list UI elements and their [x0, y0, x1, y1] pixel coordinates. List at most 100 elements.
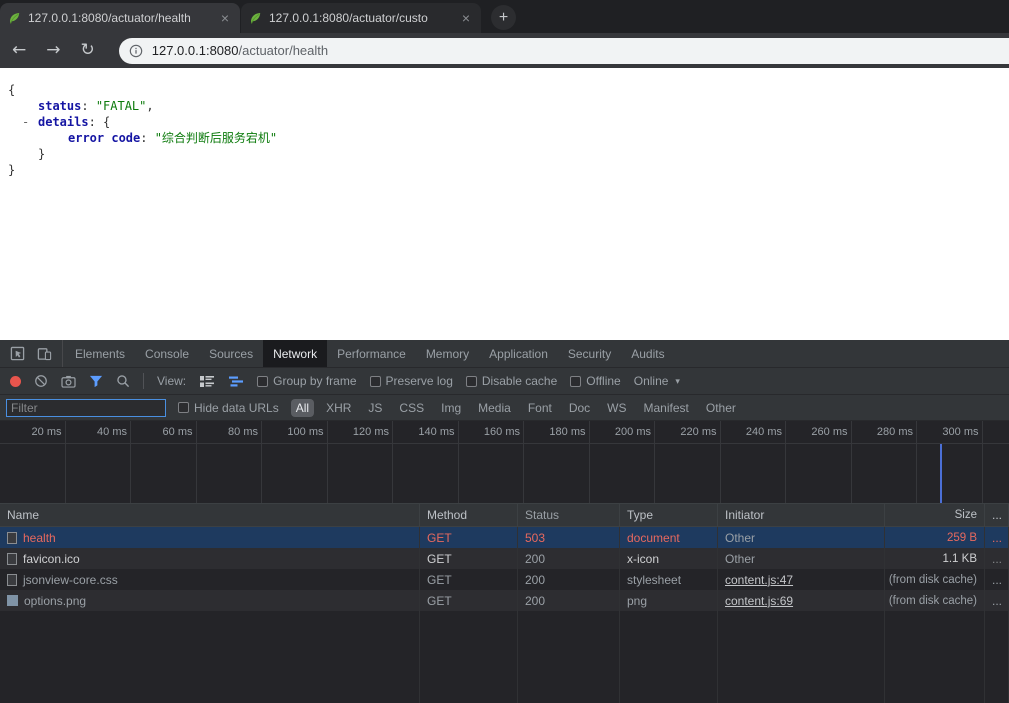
network-throttling-select[interactable]: Online ▾: [634, 374, 680, 388]
checkbox-icon[interactable]: [570, 376, 581, 387]
reload-button[interactable]: ↻: [81, 42, 95, 59]
devtools-tab-sources[interactable]: Sources: [199, 340, 263, 367]
cell-waterfall: ...: [985, 527, 1009, 548]
initiator-link[interactable]: content.js:47: [725, 573, 793, 587]
address-bar[interactable]: 127.0.0.1:8080/actuator/health: [119, 38, 1009, 64]
initiator-link[interactable]: content.js:69: [725, 594, 793, 608]
timeline-segment: 240 ms: [721, 421, 787, 503]
network-overview-timeline[interactable]: 20 ms40 ms60 ms80 ms100 ms120 ms140 ms16…: [0, 421, 1009, 504]
column-header-initiator[interactable]: Initiator: [718, 504, 885, 526]
forward-button[interactable]: →: [46, 42, 60, 59]
disable-cache-checkbox[interactable]: Disable cache: [466, 374, 557, 388]
url-text: 127.0.0.1:8080/actuator/health: [152, 43, 328, 58]
cell-name: health: [0, 527, 420, 548]
filter-chip-img[interactable]: Img: [436, 399, 466, 417]
info-icon[interactable]: [129, 44, 143, 58]
devtools-tabbar-tabs: ElementsConsoleSourcesNetworkPerformance…: [65, 340, 675, 367]
filter-chip-ws[interactable]: WS: [602, 399, 631, 417]
timeline-label: 280 ms: [877, 426, 913, 438]
timeline-label: 60 ms: [163, 426, 193, 438]
checkbox-icon[interactable]: [370, 376, 381, 387]
offline-checkbox[interactable]: Offline: [570, 374, 620, 388]
preserve-log-label: Preserve log: [386, 374, 453, 388]
column-header-waterfall[interactable]: ...: [985, 504, 1009, 526]
column-header-size[interactable]: Size: [885, 504, 985, 526]
filter-chip-all[interactable]: All: [291, 399, 314, 417]
cell-type: document: [620, 527, 718, 548]
browser-tab-custom[interactable]: 127.0.0.1:8080/actuator/custo ×: [241, 3, 481, 33]
column-header-status[interactable]: Status: [518, 504, 620, 526]
record-button[interactable]: [10, 376, 21, 387]
filter-chip-manifest[interactable]: Manifest: [639, 399, 694, 417]
filter-chip-js[interactable]: JS: [363, 399, 387, 417]
column-header-method[interactable]: Method: [420, 504, 518, 526]
devtools-tab-security[interactable]: Security: [558, 340, 621, 367]
filter-chip-css[interactable]: CSS: [394, 399, 429, 417]
browser-tab-health[interactable]: 127.0.0.1:8080/actuator/health ×: [0, 3, 240, 33]
filler-cell: [885, 611, 985, 703]
disable-cache-label: Disable cache: [482, 374, 557, 388]
devtools-tab-audits[interactable]: Audits: [621, 340, 674, 367]
timeline-segment: 120 ms: [328, 421, 394, 503]
filter-chip-media[interactable]: Media: [473, 399, 516, 417]
throttling-value: Online: [634, 374, 669, 388]
devtools-tabbar: ElementsConsoleSourcesNetworkPerformance…: [0, 340, 1009, 368]
network-table-body: healthGET503documentOther259 B...favicon…: [0, 527, 1009, 611]
filter-input[interactable]: [6, 399, 166, 417]
filler-cell: [718, 611, 885, 703]
filter-chip-xhr[interactable]: XHR: [321, 399, 356, 417]
screenshot-camera-icon[interactable]: [61, 375, 76, 388]
filter-chip-doc[interactable]: Doc: [564, 399, 595, 417]
timeline-segment: 60 ms: [131, 421, 197, 503]
table-row[interactable]: jsonview-core.cssGET200stylesheetcontent…: [0, 569, 1009, 590]
table-row[interactable]: favicon.icoGET200x-iconOther1.1 KB...: [0, 548, 1009, 569]
cell-size: (from disk cache): [885, 590, 985, 611]
table-row[interactable]: healthGET503documentOther259 B...: [0, 527, 1009, 548]
hide-data-urls-checkbox[interactable]: Hide data URLs: [178, 401, 279, 415]
json-punct: :: [81, 99, 95, 113]
devtools-tab-application[interactable]: Application: [479, 340, 558, 367]
tab-close-icon[interactable]: ×: [218, 11, 232, 25]
filter-funnel-icon[interactable]: [89, 375, 103, 388]
tab-strip: 127.0.0.1:8080/actuator/health × 127.0.0…: [0, 0, 1009, 33]
json-punct: {: [103, 115, 110, 129]
json-punct: {: [8, 83, 15, 97]
inspect-element-icon[interactable]: [10, 346, 25, 361]
toolbar-divider: [143, 373, 144, 389]
list-view-icon[interactable]: [199, 375, 215, 388]
table-row[interactable]: options.pngGET200pngcontent.js:69(from d…: [0, 590, 1009, 611]
checkbox-icon[interactable]: [257, 376, 268, 387]
filter-chip-other[interactable]: Other: [701, 399, 741, 417]
column-header-name[interactable]: Name: [0, 504, 420, 526]
hide-data-urls-label: Hide data URLs: [194, 401, 279, 415]
search-icon[interactable]: [116, 374, 130, 388]
devtools-tab-network[interactable]: Network: [263, 340, 327, 367]
collapse-toggle[interactable]: -: [22, 114, 38, 130]
tab-close-icon[interactable]: ×: [459, 11, 473, 25]
checkbox-icon[interactable]: [466, 376, 477, 387]
json-line: }: [8, 146, 1009, 162]
new-tab-button[interactable]: +: [491, 5, 516, 30]
json-punct: :: [140, 131, 154, 145]
checkbox-icon[interactable]: [178, 402, 189, 413]
devtools-tab-performance[interactable]: Performance: [327, 340, 416, 367]
filter-chip-font[interactable]: Font: [523, 399, 557, 417]
devtools-tab-console[interactable]: Console: [135, 340, 199, 367]
column-header-type[interactable]: Type: [620, 504, 718, 526]
timeline-label: 220 ms: [680, 426, 716, 438]
waterfall-overview-icon[interactable]: [228, 375, 244, 388]
json-key: details: [38, 115, 89, 129]
devtools-tab-elements[interactable]: Elements: [65, 340, 135, 367]
clear-icon[interactable]: [34, 374, 48, 388]
back-button[interactable]: ←: [12, 42, 26, 59]
filter-chips: All XHR JS CSS Img Media Font Doc WS Manifest Othe…: [291, 399, 748, 417]
url-host: 127.0.0.1:8080: [152, 43, 239, 58]
device-toolbar-icon[interactable]: [37, 346, 52, 361]
devtools-tab-memory[interactable]: Memory: [416, 340, 479, 367]
group-by-frame-checkbox[interactable]: Group by frame: [257, 374, 356, 388]
cell-initiator: Other: [718, 527, 885, 548]
filler-cell: [518, 611, 620, 703]
json-line: error code: "综合判断后服务宕机": [8, 130, 1009, 146]
cell-initiator: Other: [718, 548, 885, 569]
preserve-log-checkbox[interactable]: Preserve log: [370, 374, 453, 388]
